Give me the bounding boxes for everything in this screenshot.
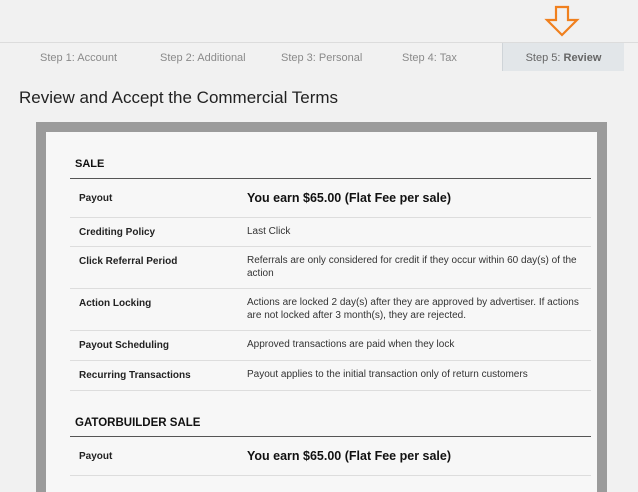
terms-card: SALE Payout You earn $65.00 (Flat Fee pe… — [46, 132, 597, 492]
step-review-label: Review — [563, 52, 602, 64]
terms-row-action-locking: Action Locking Actions are locked 2 day(… — [70, 289, 591, 331]
row-value: Referrals are only considered for credit… — [247, 255, 577, 279]
row-label: Payout Scheduling — [79, 340, 170, 351]
top-strip — [0, 0, 638, 42]
section-title-sale: SALE — [75, 158, 105, 170]
terms-row-recurring-transactions: Recurring Transactions Payout applies to… — [70, 361, 591, 391]
row-label: Action Locking — [79, 298, 152, 309]
wizard-steps: Step 1: Account Step 2: Additional Step … — [0, 42, 638, 73]
terms-frame: SALE Payout You earn $65.00 (Flat Fee pe… — [36, 122, 607, 492]
step-additional[interactable]: Step 2: Additional — [160, 43, 246, 71]
row-label: Recurring Transactions — [79, 370, 191, 381]
terms-row-crediting-policy: Crediting Policy Last Click — [70, 218, 591, 247]
terms-row-click-referral-period: Click Referral Period Referrals are only… — [70, 247, 591, 289]
row-value: You earn $65.00 (Flat Fee per sale) — [247, 191, 452, 205]
row-value: You earn $65.00 (Flat Fee per sale) — [247, 449, 452, 463]
step-review-prefix: Step 5: — [525, 52, 564, 64]
section-title-gatorbuilder-sale: GATORBUILDER SALE — [75, 417, 201, 429]
row-value: Payout applies to the initial transactio… — [247, 369, 528, 380]
row-value: Actions are locked 2 day(s) after they a… — [247, 297, 579, 321]
row-value: Approved transactions are paid when they… — [247, 339, 455, 350]
step-tax[interactable]: Step 4: Tax — [402, 43, 457, 71]
step-personal[interactable]: Step 3: Personal — [281, 43, 362, 71]
terms-row-payout: Payout You earn $65.00 (Flat Fee per sal… — [70, 179, 591, 218]
step-review[interactable]: Step 5: Review — [502, 43, 624, 71]
row-value: Last Click — [247, 226, 291, 237]
page-title: Review and Accept the Commercial Terms — [19, 88, 339, 107]
terms-row-payout-scheduling: Payout Scheduling Approved transactions … — [70, 331, 591, 361]
arrow-down-icon — [544, 5, 580, 37]
row-label: Crediting Policy — [79, 227, 156, 238]
row-label: Click Referral Period — [79, 256, 178, 267]
row-label: Payout — [79, 193, 113, 204]
terms-row-payout: Payout You earn $65.00 (Flat Fee per sal… — [70, 437, 591, 476]
row-label: Payout — [79, 451, 113, 462]
step-account[interactable]: Step 1: Account — [40, 43, 117, 71]
